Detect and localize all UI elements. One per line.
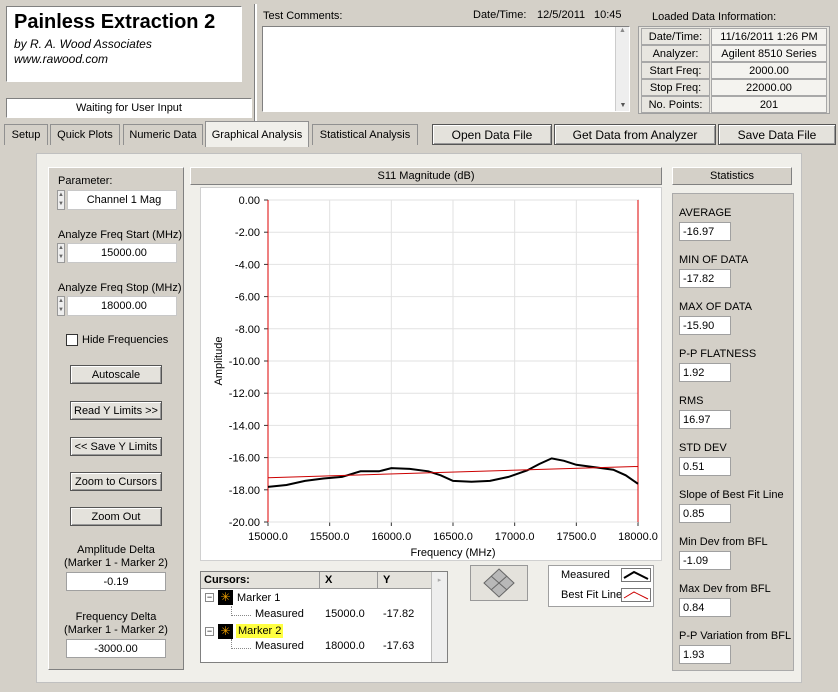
stat-label: MIN OF DATA <box>679 254 749 266</box>
legend-measured-label: Measured <box>561 569 610 581</box>
y-tick-label: -20.00 <box>229 517 260 529</box>
y-tick-label: -6.00 <box>235 292 260 304</box>
marker-1-sub: Measured <box>255 608 304 620</box>
stat-label: AVERAGE <box>679 207 732 219</box>
tree-line <box>231 606 251 616</box>
stat-label: P-P FLATNESS <box>679 348 757 360</box>
x-tick-label: 16500.0 <box>433 531 473 543</box>
y-tick-label: -14.00 <box>229 420 260 432</box>
marker-1-icon: ✳ <box>218 590 233 605</box>
scroll-right-icon[interactable]: ▸ <box>432 576 447 584</box>
stat-label: Max Dev from BFL <box>679 583 771 595</box>
x-tick-label: 15500.0 <box>310 531 350 543</box>
y-tick-label: -8.00 <box>235 324 260 336</box>
legend-measured-swatch <box>621 568 651 582</box>
stat-value: 16.97 <box>679 410 731 429</box>
stat-label: STD DEV <box>679 442 727 454</box>
stat-value: 0.84 <box>679 598 731 617</box>
collapse-icon[interactable]: − <box>205 593 214 602</box>
marker-2-sub: Measured <box>255 640 304 652</box>
statistics-title: Statistics <box>672 167 792 185</box>
y-axis-label: Amplitude <box>213 337 225 386</box>
x-tick-label: 17000.0 <box>495 531 535 543</box>
marker-1-y: -17.82 <box>383 608 415 620</box>
stat-value: 1.93 <box>679 645 731 664</box>
legend-bfl-swatch <box>621 588 651 602</box>
cursors-header-y: Y <box>383 574 391 586</box>
legend-bfl-label: Best Fit Line <box>561 589 623 601</box>
stat-value: 0.51 <box>679 457 731 476</box>
x-tick-label: 15000.0 <box>248 531 288 543</box>
stat-label: Min Dev from BFL <box>679 536 768 548</box>
y-tick-label: -18.00 <box>229 485 260 497</box>
y-tick-label: -2.00 <box>235 227 260 239</box>
marker-2-label[interactable]: Marker 2 <box>236 624 284 638</box>
marker-2-x: 18000.0 <box>325 640 365 652</box>
move-diamond-icon[interactable] <box>471 566 527 600</box>
y-tick-label: -16.00 <box>229 453 260 465</box>
stat-value: -17.82 <box>679 269 731 288</box>
plot-legend: Measured Best Fit Line <box>548 565 654 607</box>
y-tick-label: 0.00 <box>239 195 260 207</box>
stat-label: RMS <box>679 395 704 407</box>
tree-line <box>231 639 251 649</box>
stat-value: 0.85 <box>679 504 731 523</box>
stat-label: MAX OF DATA <box>679 301 752 313</box>
cursors-header-label: Cursors: <box>204 574 250 586</box>
marker-2-y: -17.63 <box>383 640 415 652</box>
cursors-header-x: X <box>325 574 333 586</box>
y-tick-label: -10.00 <box>229 356 260 368</box>
cursor-move-pad[interactable] <box>470 565 528 601</box>
column-divider <box>377 572 378 589</box>
tab-graphical-analysis[interactable]: Graphical Analysis <box>205 121 309 147</box>
stat-label: Slope of Best Fit Line <box>679 489 784 501</box>
x-tick-label: 16000.0 <box>371 531 411 543</box>
collapse-icon[interactable]: − <box>205 627 214 636</box>
y-tick-label: -4.00 <box>235 259 260 271</box>
marker-2-icon: ✳ <box>218 624 233 639</box>
y-tick-label: -12.00 <box>229 388 260 400</box>
column-divider <box>319 572 320 589</box>
cursors-scrollbar[interactable]: ▸ <box>431 572 447 662</box>
marker-1-x: 15000.0 <box>325 608 365 620</box>
cursors-table: Cursors: X Y ▸ − ✳ Marker 1 Measured 150… <box>200 571 448 663</box>
stat-value: -15.90 <box>679 316 731 335</box>
marker-1-label[interactable]: Marker 1 <box>237 592 280 604</box>
stat-value: -1.09 <box>679 551 731 570</box>
x-tick-label: 18000.0 <box>618 531 658 543</box>
x-tick-label: 17500.0 <box>556 531 596 543</box>
stat-value: 1.92 <box>679 363 731 382</box>
stat-label: P-P Variation from BFL <box>679 630 792 642</box>
stat-value: -16.97 <box>679 222 731 241</box>
x-axis-label: Frequency (MHz) <box>411 547 496 559</box>
